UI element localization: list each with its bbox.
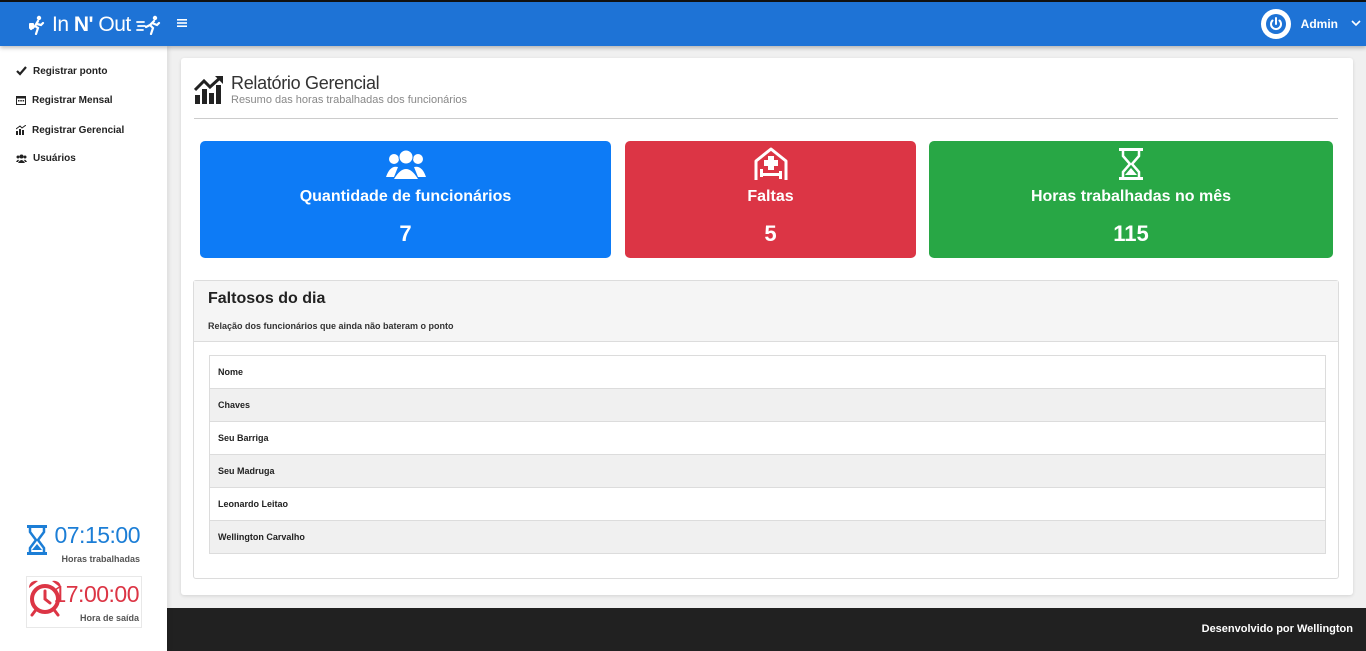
panel-description: Relação dos funcionários que ainda não b… (208, 321, 454, 331)
stat-label: Horas trabalhadas no mês (1030, 188, 1232, 205)
sidebar-item-registrar-ponto[interactable]: Registrar ponto (16, 62, 107, 80)
chevron-down-icon[interactable] (1348, 18, 1366, 30)
hourglass-icon (1119, 148, 1143, 180)
user-menu[interactable]: Admin (1260, 7, 1366, 41)
stat-label: Faltas (747, 188, 794, 205)
page-title: Relatório Gerencial (231, 73, 380, 93)
page-header: Relatório Gerencial Resumo das horas tra… (194, 73, 1338, 119)
worked-label: Horas trabalhadas (61, 554, 140, 564)
brand-text: In N' Out (52, 13, 131, 36)
walking-person-icon (29, 15, 45, 35)
worked-time: 07:15:00 (54, 522, 140, 548)
user-name[interactable]: Admin (1301, 17, 1338, 31)
table-cell: Leonardo Leitao (209, 487, 1326, 521)
sidebar-item-registrar-gerencial[interactable]: Registrar Gerencial (16, 121, 124, 139)
top-navbar: In N' Out Admin (0, 0, 1366, 46)
table-row: Seu Barriga (209, 421, 1326, 455)
table-row: Wellington Carvalho (209, 520, 1326, 554)
employee-count-card: Quantidade de funcionários 7 (200, 141, 611, 258)
table-header-row: Nome (209, 355, 1326, 389)
stat-value: 115 (1113, 221, 1149, 246)
absent-table: Nome Chaves Seu Barriga Seu Madruga Leon… (209, 355, 1326, 554)
panel-title: Faltosos do dia (208, 290, 326, 307)
stat-value: 7 (399, 221, 412, 246)
worked-hours-widget: 07:15:00 Horas trabalhadas (26, 522, 142, 574)
sidebar-item-label: Registrar Gerencial (32, 124, 125, 136)
panel-header: Faltosos do dia Relação dos funcionários… (194, 281, 1338, 342)
stat-label: Quantidade de funcionários (299, 188, 512, 205)
column-header-nome: Nome (209, 355, 1326, 389)
table-cell: Chaves (209, 388, 1326, 422)
check-icon (16, 66, 27, 76)
sidebar-item-usuarios[interactable]: Usuários (16, 149, 76, 167)
brand-logo[interactable]: In N' Out (27, 11, 162, 39)
stat-value: 5 (764, 221, 777, 246)
exit-label: Hora de saída (79, 613, 139, 623)
table-row: Seu Madruga (209, 454, 1326, 488)
exit-time: 17:00:00 (53, 581, 139, 607)
sidebar-item-label: Registrar ponto (33, 65, 108, 77)
table-cell: Seu Madruga (209, 454, 1326, 488)
absent-today-panel: Faltosos do dia Relação dos funcionários… (193, 280, 1339, 579)
menu-toggle-icon[interactable] (177, 17, 189, 29)
exit-time-widget: 17:00:00 Hora de saída (26, 576, 142, 628)
sidebar: Registrar ponto Registrar Mensal Registr… (0, 46, 167, 651)
page-subtitle: Resumo das horas trabalhadas dos funcion… (231, 94, 468, 106)
main-content: Relatório Gerencial Resumo das horas tra… (181, 58, 1353, 595)
power-icon[interactable] (1260, 9, 1291, 39)
table-cell: Seu Barriga (209, 421, 1326, 455)
users-icon (385, 149, 426, 179)
chart-line-icon (194, 75, 223, 104)
calendar-icon (16, 96, 26, 105)
sidebar-item-label: Usuários (33, 152, 76, 164)
footer-text: Desenvolvido por Wellington (1201, 623, 1353, 635)
absences-card: Faltas 5 (625, 141, 916, 258)
table-row: Leonardo Leitao (209, 487, 1326, 521)
table-cell: Wellington Carvalho (209, 520, 1326, 554)
sidebar-item-registrar-mensal[interactable]: Registrar Mensal (16, 91, 113, 109)
table-row: Chaves (209, 388, 1326, 422)
sidebar-item-label: Registrar Mensal (32, 94, 113, 106)
hourglass-icon (27, 525, 47, 555)
hours-month-card: Horas trabalhadas no mês 115 (929, 141, 1333, 258)
users-icon (16, 154, 27, 163)
chart-icon (16, 125, 26, 135)
hospital-bed-icon (754, 147, 787, 180)
footer: Desenvolvido por Wellington (167, 608, 1366, 651)
running-person-icon (135, 15, 160, 35)
